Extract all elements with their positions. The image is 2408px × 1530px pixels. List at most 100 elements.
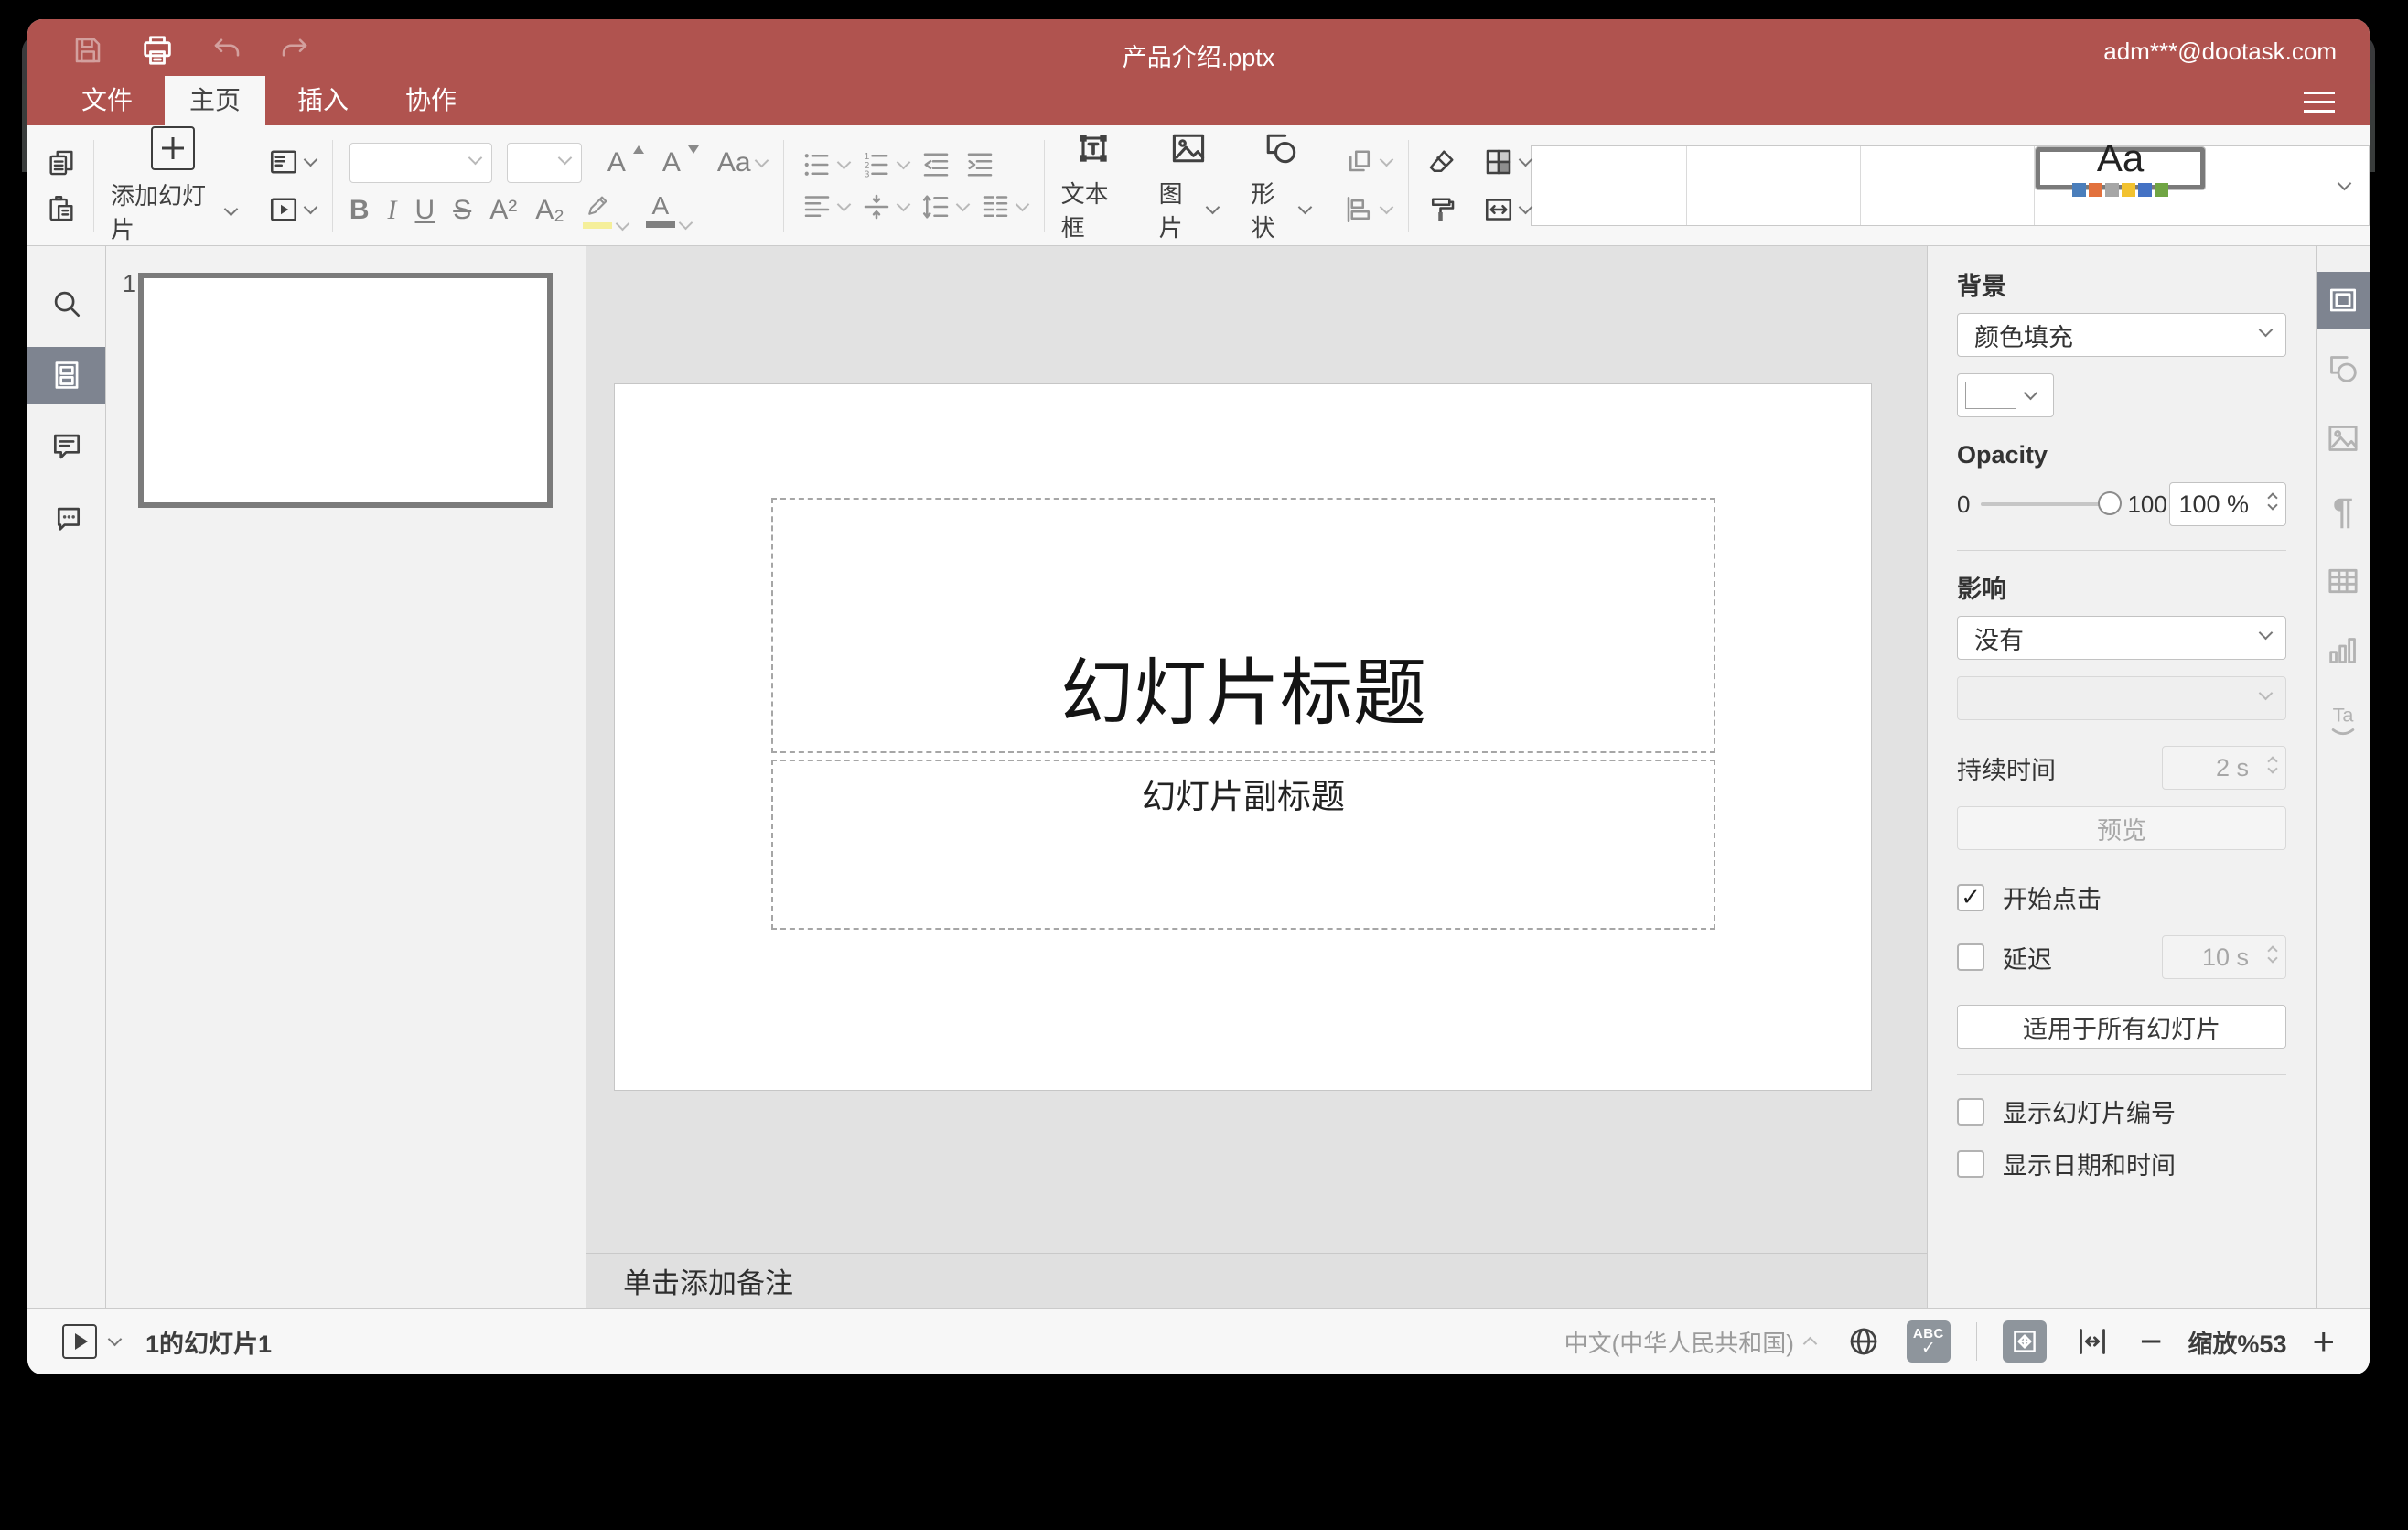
opacity-spinner[interactable]: 100 %	[2169, 482, 2286, 526]
chevron-down-icon[interactable]	[223, 201, 239, 216]
chevron-down-icon[interactable]	[303, 152, 318, 167]
bold-button[interactable]: B	[349, 196, 370, 224]
title-placeholder[interactable]: 幻灯片标题	[771, 498, 1715, 753]
italic-button[interactable]: I	[388, 196, 397, 224]
columns-button[interactable]	[979, 190, 1029, 223]
fill-type-select[interactable]: 颜色填充	[1957, 313, 2286, 357]
arrange-shape-button[interactable]	[1343, 145, 1394, 178]
chat-icon[interactable]	[49, 502, 84, 537]
tab-home[interactable]: 主页	[165, 76, 266, 125]
chevron-down-icon[interactable]	[1206, 199, 1220, 214]
chevron-down-icon[interactable]	[1379, 199, 1394, 214]
vertical-align-button[interactable]	[860, 190, 910, 223]
chevron-down-icon[interactable]	[1297, 199, 1313, 214]
comments-icon[interactable]	[49, 429, 84, 464]
slide-layout-button[interactable]	[267, 145, 318, 178]
insert-shape-button[interactable]: 形状	[1251, 128, 1313, 243]
slides-panel-button[interactable]	[27, 347, 105, 404]
apply-to-all-button[interactable]: 适用于所有幻灯片	[1957, 1005, 2286, 1049]
theme-cell[interactable]	[1532, 145, 1687, 225]
slider-handle[interactable]	[2098, 491, 2123, 515]
chart-settings-icon[interactable]	[2325, 632, 2361, 669]
slide-settings-button[interactable]	[2317, 272, 2370, 329]
theme-cell[interactable]	[2206, 145, 2319, 225]
chevron-down-icon[interactable]	[836, 197, 851, 211]
clear-style-icon[interactable]	[1425, 145, 1458, 178]
effect-select[interactable]: 没有	[1957, 616, 2286, 660]
strikethrough-button[interactable]: S	[453, 196, 471, 224]
delay-checkbox[interactable]	[1957, 943, 1984, 971]
paste-icon[interactable]	[46, 193, 77, 224]
fit-to-slide-icon[interactable]	[2002, 1320, 2047, 1363]
chevron-down-icon[interactable]	[468, 150, 483, 165]
start-slideshow-button[interactable]	[267, 193, 318, 226]
line-spacing-button[interactable]	[919, 190, 970, 223]
slide[interactable]: 幻灯片标题 幻灯片副标题	[614, 383, 1872, 1091]
numbering-button[interactable]: 123	[860, 148, 910, 181]
highlight-color-button[interactable]	[582, 192, 630, 231]
superscript-button[interactable]: A²	[489, 196, 517, 224]
decrease-indent-button[interactable]	[919, 148, 952, 181]
textart-settings-icon[interactable]: Ta	[2325, 700, 2361, 737]
chevron-down-icon[interactable]	[303, 199, 318, 214]
horizontal-align-button[interactable]	[801, 190, 851, 223]
language-selector[interactable]: 中文(中华人民共和国)	[1564, 1325, 1794, 1359]
set-language-icon[interactable]	[1846, 1324, 1881, 1359]
chevron-down-icon[interactable]	[836, 155, 851, 169]
chevron-down-icon[interactable]	[1015, 197, 1029, 211]
slide-thumbnail[interactable]	[138, 273, 553, 508]
fit-to-width-icon[interactable]	[2074, 1323, 2111, 1360]
image-settings-icon[interactable]	[2325, 420, 2361, 457]
font-name-combo[interactable]	[349, 142, 492, 183]
notes-area[interactable]: 单击添加备注	[586, 1253, 1927, 1308]
chevron-down-icon[interactable]	[615, 216, 630, 231]
spellcheck-icon[interactable]: ABC ✓	[1906, 1320, 1951, 1363]
theme-cell-selected[interactable]: Aa	[2035, 139, 2206, 197]
chevron-down-icon[interactable]	[678, 215, 693, 230]
subscript-button[interactable]: A₂	[535, 196, 564, 224]
chevron-down-icon[interactable]	[107, 1331, 123, 1347]
slide-size-button[interactable]	[1482, 193, 1533, 226]
insert-textbox-button[interactable]: 文本框	[1061, 128, 1126, 243]
chevron-down-icon[interactable]	[1379, 152, 1394, 167]
increase-font-button[interactable]: A	[607, 148, 626, 177]
align-shape-button[interactable]	[1343, 193, 1394, 226]
copy-style-icon[interactable]	[1425, 193, 1458, 226]
opacity-slider[interactable]	[1981, 491, 2123, 515]
fill-color-button[interactable]	[1957, 373, 2054, 417]
spin-down-icon[interactable]	[2267, 500, 2278, 511]
show-slide-number-checkbox[interactable]	[1957, 1097, 1984, 1126]
table-settings-icon[interactable]	[2325, 563, 2361, 599]
zoom-out-button[interactable]: −	[2140, 1322, 2163, 1361]
color-scheme-button[interactable]	[1482, 145, 1533, 178]
tab-collaboration[interactable]: 协作	[381, 76, 481, 125]
shape-settings-icon[interactable]	[2325, 350, 2361, 387]
search-icon[interactable]	[49, 286, 84, 321]
chevron-down-icon[interactable]	[557, 150, 573, 165]
tab-file[interactable]: 文件	[57, 76, 157, 125]
copy-icon[interactable]	[46, 147, 77, 178]
menu-icon[interactable]	[2304, 92, 2335, 113]
underline-button[interactable]: U	[415, 196, 435, 224]
subtitle-placeholder[interactable]: 幻灯片副标题	[771, 760, 1715, 930]
increase-indent-button[interactable]	[963, 148, 996, 181]
theme-cell[interactable]	[1861, 145, 2035, 225]
font-color-button[interactable]: A	[645, 192, 693, 230]
show-date-time-checkbox[interactable]	[1957, 1149, 1984, 1178]
chevron-down-icon[interactable]	[896, 197, 910, 211]
decrease-font-button[interactable]: A	[662, 148, 681, 177]
tab-insert[interactable]: 插入	[273, 76, 373, 125]
slide-canvas[interactable]: 幻灯片标题 幻灯片副标题	[586, 246, 1927, 1253]
chevron-down-icon[interactable]	[896, 155, 910, 169]
font-size-combo[interactable]	[506, 142, 582, 183]
paragraph-settings-icon[interactable]: ¶	[2333, 493, 2353, 530]
start-slideshow-status-button[interactable]	[62, 1324, 97, 1359]
theme-cell[interactable]	[1687, 145, 1861, 225]
theme-gallery-expand-button[interactable]	[2319, 145, 2369, 225]
zoom-in-button[interactable]: +	[2312, 1322, 2335, 1361]
insert-image-button[interactable]: 图片	[1159, 128, 1220, 243]
chevron-down-icon[interactable]	[955, 197, 970, 211]
change-case-button[interactable]: Aa	[717, 148, 751, 177]
add-slide-button[interactable]: 添加幻灯片	[111, 125, 239, 245]
chevron-down-icon[interactable]	[754, 153, 769, 167]
